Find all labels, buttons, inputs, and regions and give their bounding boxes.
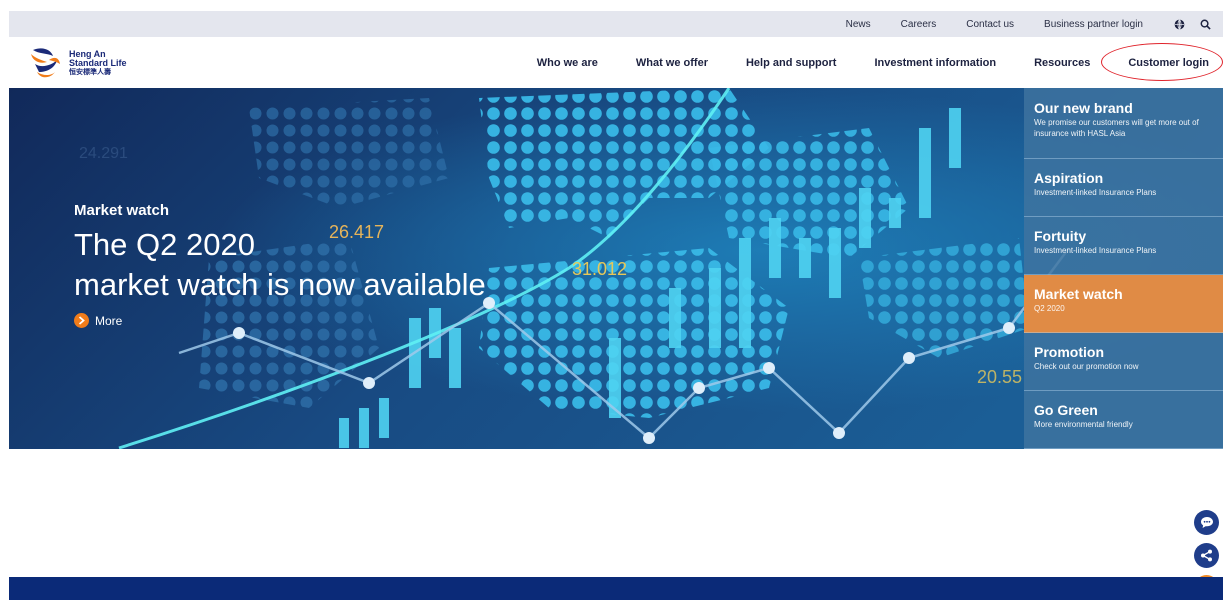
brand-name-line2: Standard Life — [69, 57, 127, 68]
hero-title-line2: market watch is now available — [74, 267, 486, 302]
utility-link-business-partner-login[interactable]: Business partner login — [1044, 19, 1143, 30]
hero-more-label: More — [95, 313, 123, 328]
chevron-right-icon — [74, 313, 89, 328]
hero-title: The Q2 2020 market watch is now availabl… — [74, 225, 486, 305]
share-icon[interactable] — [1194, 543, 1219, 568]
side-item-subtitle: More environmental friendly — [1034, 420, 1133, 429]
utility-link-news[interactable]: News — [846, 19, 871, 30]
hero-more-link[interactable]: More — [74, 313, 486, 328]
side-item-go-green[interactable]: Go Green More environmental friendly — [1024, 391, 1223, 449]
side-item-subtitle: Q2 2020 — [1034, 304, 1065, 313]
side-item-promotion[interactable]: Promotion Check out our promotion now — [1024, 333, 1223, 391]
nav-who-we-are[interactable]: Who we are — [537, 57, 598, 69]
side-menu: Our new brand We promise our customers w… — [1024, 88, 1223, 449]
globe-icon[interactable] — [1173, 18, 1185, 30]
nav-resources[interactable]: Resources — [1034, 57, 1090, 69]
side-item-fortuity[interactable]: Fortuity Investment-linked Insurance Pla… — [1024, 217, 1223, 275]
side-item-subtitle: We promise our customers will get more o… — [1034, 118, 1199, 138]
side-item-aspiration[interactable]: Aspiration Investment-linked Insurance P… — [1024, 159, 1223, 217]
side-item-subtitle: Investment-linked Insurance Plans — [1034, 246, 1157, 255]
side-item-our-new-brand[interactable]: Our new brand We promise our customers w… — [1024, 88, 1223, 159]
hero-figure-3: 20.55 — [977, 367, 1022, 387]
hero-banner: 26.417 31.012 20.55 24.291 Market watch … — [9, 88, 1223, 449]
nav-customer-login[interactable]: Customer login — [1128, 57, 1209, 69]
hero-figure-2: 31.012 — [572, 259, 627, 279]
utility-link-contact-us[interactable]: Contact us — [966, 19, 1014, 30]
brand-name-cn: 恒安標準人壽 — [69, 68, 111, 76]
utility-link-careers[interactable]: Careers — [901, 19, 937, 30]
side-item-title: Aspiration — [1034, 170, 1104, 186]
nav-investment-information[interactable]: Investment information — [874, 57, 996, 69]
logo-mark-icon — [31, 48, 60, 78]
main-nav: Heng An Standard Life 恒安標準人壽 Who we are … — [9, 37, 1223, 88]
side-item-market-watch[interactable]: Market watch Q2 2020 — [1024, 275, 1223, 333]
hero-figure-4: 24.291 — [79, 145, 128, 162]
side-item-title: Promotion — [1034, 344, 1104, 360]
hero-content: Market watch The Q2 2020 market watch is… — [74, 202, 486, 328]
page: News Careers Contact us Business partner… — [0, 0, 1223, 600]
side-item-title: Fortuity — [1034, 228, 1087, 244]
side-item-title: Market watch — [1034, 286, 1123, 302]
search-icon[interactable] — [1199, 18, 1211, 30]
side-item-subtitle: Check out our promotion now — [1034, 362, 1139, 371]
side-item-title: Our new brand — [1034, 100, 1133, 116]
hero-eyebrow: Market watch — [74, 202, 170, 219]
side-item-title: Go Green — [1034, 402, 1098, 418]
brand-logo[interactable]: Heng An Standard Life 恒安標準人壽 — [29, 45, 149, 81]
chat-icon[interactable] — [1194, 510, 1219, 535]
main-nav-items: Who we are What we offer Help and suppor… — [537, 37, 1223, 88]
brand-name: Heng An Standard Life 恒安標準人壽 — [69, 49, 127, 77]
footer-strip — [9, 577, 1223, 600]
side-item-subtitle: Investment-linked Insurance Plans — [1034, 188, 1157, 197]
utility-nav: News Careers Contact us Business partner… — [9, 11, 1223, 37]
nav-what-we-offer[interactable]: What we offer — [636, 57, 708, 69]
nav-help-and-support[interactable]: Help and support — [746, 57, 836, 69]
hero-title-line1: The Q2 2020 — [74, 227, 255, 262]
